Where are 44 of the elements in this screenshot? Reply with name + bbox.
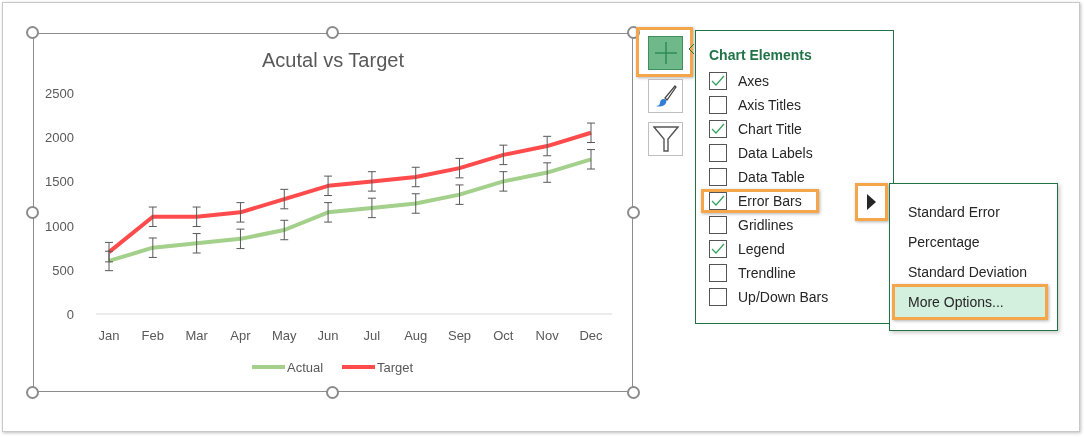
submenu-item[interactable]: More Options... [895,287,1045,317]
element-row[interactable]: Error Bars [701,189,819,213]
element-label: Gridlines [738,215,794,235]
panel-title: Chart Elements [709,46,813,65]
axis-label: 1000 [45,218,74,234]
element-row[interactable]: Trendline [701,261,813,285]
element-label: Axes [738,71,770,91]
element-row[interactable]: Axes [701,69,787,93]
axis-label: Nov [535,328,559,343]
axis-label: Feb [141,328,164,343]
axis-label: 2000 [45,130,74,146]
axis-label: Sep [448,328,472,343]
chart-area[interactable]: Acutal vs Target 0 500 1000 1500 2000 2500 Jan Feb Mar Apr May Jun Jul Aug Sep Oct Nov Dec Actual Target [33,33,633,392]
axis-label: Mar [185,328,208,343]
axis-label: Jul [363,328,381,343]
element-label: Chart Title [738,119,802,139]
axis-label: May [272,328,297,343]
axis-label: Jan [98,328,120,343]
axis-label: Jun [317,328,339,343]
element-label: Data Table [738,167,805,187]
element-row[interactable]: Axis Titles [701,93,818,117]
element-label: Error Bars [738,191,802,211]
chart-title: Acutal vs Target [262,49,404,71]
element-label: Axis Titles [738,95,801,115]
element-label: Data Labels [738,143,813,163]
element-label: Up/Down Bars [738,287,829,307]
axis-label: 500 [52,262,74,278]
axis-label: Aug [404,328,428,343]
element-label: Trendline [738,263,796,283]
element-row[interactable]: Gridlines [701,213,811,237]
legend-label: Target [377,360,414,375]
element-row[interactable]: Up/Down Bars [701,285,846,309]
element-row[interactable]: Data Labels [701,141,830,165]
element-label: Legend [738,239,785,259]
element-row[interactable]: Chart Title [701,117,819,141]
element-row[interactable]: Legend [701,237,802,261]
axis-label: Dec [579,328,603,343]
axis-label: Oct [493,328,514,343]
axis-label: 0 [66,307,74,322]
axis-label: 2500 [45,86,74,101]
element-row[interactable]: Data Table [701,165,822,189]
legend-label: Actual [287,360,324,375]
axis-label: 1500 [45,174,74,190]
axis-label: Apr [230,328,251,343]
